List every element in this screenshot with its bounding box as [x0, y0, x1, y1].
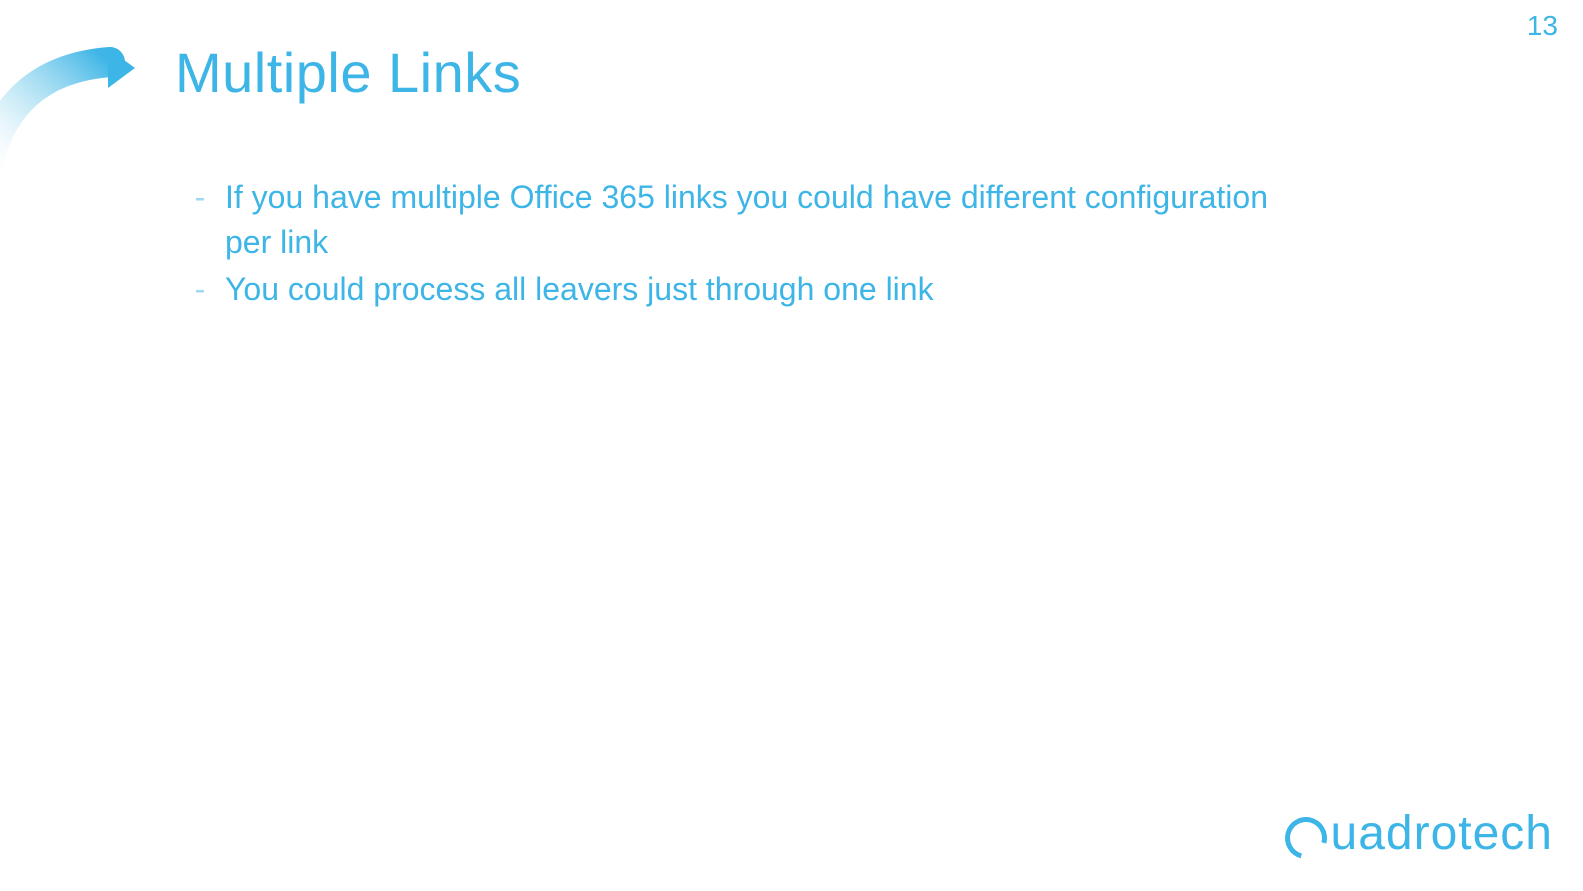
- list-item: - If you have multiple Office 365 links …: [175, 175, 1275, 265]
- bullet-dash: -: [175, 267, 225, 312]
- bullet-text: If you have multiple Office 365 links yo…: [225, 175, 1275, 265]
- page-number: 13: [1527, 10, 1558, 42]
- quadrotech-logo: uadrotech: [1285, 806, 1554, 861]
- bullet-text: You could process all leavers just throu…: [225, 267, 934, 312]
- list-item: - You could process all leavers just thr…: [175, 267, 1275, 312]
- logo-text: uadrotech: [1331, 806, 1554, 861]
- slide-title: Multiple Links: [175, 40, 521, 105]
- decorative-swoosh-icon: [0, 40, 160, 180]
- logo-q-icon: [1277, 809, 1334, 866]
- bullet-dash: -: [175, 175, 225, 220]
- bullet-list: - If you have multiple Office 365 links …: [175, 175, 1275, 313]
